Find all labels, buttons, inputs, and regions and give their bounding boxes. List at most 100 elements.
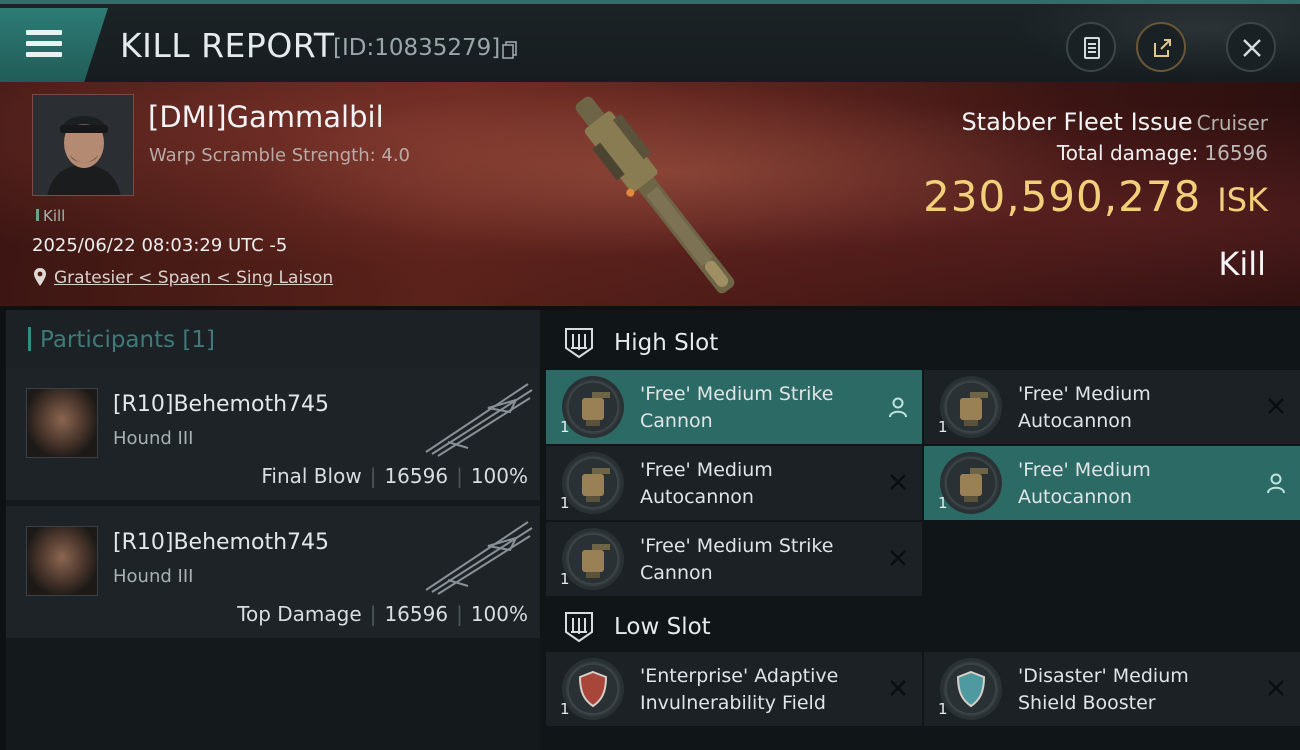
- header-accent: [28, 327, 31, 351]
- top-bar: KILL REPORT [ID:10835279]: [0, 0, 1300, 86]
- close-icon: [1243, 39, 1261, 57]
- destroyed-icon: [888, 548, 908, 572]
- participant-damage: 16596: [384, 464, 449, 488]
- page-title: KILL REPORT: [120, 26, 335, 65]
- participant-ship: Hound III: [113, 428, 194, 449]
- clipboard-icon: [1084, 37, 1100, 59]
- module-icon: [940, 658, 1002, 720]
- high-slot-module[interactable]: 1 'Free' Medium Autocannon: [924, 370, 1300, 444]
- module-name: 'Disaster' Medium Shield Booster: [1018, 665, 1189, 714]
- ship-type[interactable]: Stabber Fleet Issue Cruiser: [961, 108, 1268, 136]
- participant-damage: 16596: [384, 602, 449, 626]
- victim-name[interactable]: [DMI]Gammalbil: [148, 100, 384, 134]
- participant-avatar: [26, 388, 98, 458]
- module-name: 'Free' Medium Strike Cannon: [640, 535, 834, 584]
- module-icon: [562, 658, 624, 720]
- participants-count: [1]: [182, 327, 216, 353]
- high-slot-module[interactable]: 1 'Free' Medium Autocannon: [924, 446, 1300, 520]
- low-slot-module[interactable]: 1 'Disaster' Medium Shield Booster: [924, 652, 1300, 726]
- fitting-panel: High Slot Low Slot 1 'Free' Medium Strike…: [540, 310, 1300, 750]
- participants-label: Participants: [40, 327, 176, 353]
- ship-render: [575, 96, 735, 294]
- module-name: 'Enterprise' Adaptive Invulnerability Fi…: [640, 665, 839, 714]
- module-name: 'Free' Medium Autocannon: [1018, 459, 1151, 508]
- destroyed-icon: [888, 678, 908, 702]
- victim-portrait[interactable]: [32, 94, 134, 196]
- participants-title: Participants [1]: [40, 327, 215, 353]
- pilot-icon: [888, 396, 908, 422]
- participant-ship: Hound III: [113, 566, 194, 587]
- module-name: 'Free' Medium Autocannon: [1018, 383, 1151, 432]
- destroyed-icon: [1266, 678, 1286, 702]
- participant-name: [R10]Behemoth745: [113, 392, 330, 417]
- kill-result: Kill: [1218, 245, 1266, 283]
- stat-divider: |: [369, 602, 377, 626]
- high-slot-label: High Slot: [614, 330, 719, 356]
- low-slot-module[interactable]: 1 'Enterprise' Adaptive Invulnerability F…: [546, 652, 922, 726]
- high-slot-module[interactable]: 1 'Free' Medium Strike Cannon: [546, 370, 922, 444]
- low-slot-icon: [565, 612, 593, 643]
- total-damage: Total damage: 16596: [1057, 141, 1268, 165]
- participants-panel: Participants [1] [R10]Behemoth745 Hound I…: [6, 310, 540, 750]
- share-icon: [1154, 39, 1171, 57]
- module-quantity: 1: [938, 700, 948, 718]
- total-damage-label: Total damage:: [1056, 141, 1199, 165]
- total-damage-value: 16596: [1204, 141, 1268, 165]
- weapon-icon: [425, 521, 533, 595]
- low-slot-label: Low Slot: [614, 614, 711, 640]
- clipboard-button[interactable]: [1066, 22, 1116, 72]
- ship-class: Cruiser: [1196, 111, 1268, 135]
- participant-card[interactable]: [R10]Behemoth745 Hound III Top Damage | 1659…: [6, 506, 540, 638]
- module-quantity: 1: [560, 700, 570, 718]
- location-link[interactable]: Gratesier < Spaen < Sing Laison: [54, 268, 333, 288]
- high-slot-module[interactable]: 1 'Free' Medium Autocannon: [546, 446, 922, 520]
- module-icon: [940, 376, 1002, 438]
- menu-icon: [26, 30, 62, 58]
- report-id: [ID:10835279]: [333, 35, 501, 61]
- weapon-icon: [425, 383, 533, 457]
- high-slot-module[interactable]: 1 'Free' Medium Strike Cannon: [546, 522, 922, 596]
- participant-avatar: [26, 526, 98, 596]
- module-quantity: 1: [560, 418, 570, 436]
- module-icon: [562, 452, 624, 514]
- module-icon: [562, 376, 624, 438]
- kill-timestamp: 2025/06/22 08:03:29 UTC -5: [32, 235, 288, 256]
- module-quantity: 1: [560, 570, 570, 588]
- low-slot-header: Low Slot: [540, 598, 1300, 656]
- participant-percent: 100%: [470, 602, 528, 626]
- module-icon: [940, 452, 1002, 514]
- share-button[interactable]: [1136, 22, 1186, 72]
- module-name: 'Free' Medium Autocannon: [640, 459, 773, 508]
- scroll-fade: [540, 730, 1300, 750]
- location-pin-icon: [34, 268, 46, 286]
- module-quantity: 1: [938, 494, 948, 512]
- isk-value: 230,590,278 ISK: [923, 172, 1268, 221]
- stat-divider: |: [456, 464, 463, 488]
- stat-divider: |: [369, 464, 377, 488]
- menu-button[interactable]: [0, 8, 108, 82]
- close-button[interactable]: [1226, 22, 1276, 72]
- high-slot-header: High Slot: [540, 314, 1300, 372]
- destroyed-icon: [1266, 396, 1286, 420]
- module-quantity: 1: [560, 494, 570, 512]
- copy-icon[interactable]: [502, 41, 518, 59]
- module-icon: [562, 528, 624, 590]
- pilot-avatar: [33, 95, 133, 195]
- destroyed-icon: [888, 472, 908, 496]
- participant-stats: Top Damage | 16596 | 100%: [237, 602, 528, 626]
- module-name: 'Free' Medium Strike Cannon: [640, 383, 834, 432]
- participant-percent: 100%: [470, 464, 528, 488]
- pilot-icon: [1266, 472, 1286, 498]
- warp-scramble-strength: Warp Scramble Strength: 4.0: [149, 145, 411, 166]
- participant-role: Top Damage: [237, 602, 362, 626]
- participant-role: Final Blow: [261, 464, 362, 488]
- isk-unit: ISK: [1217, 181, 1268, 219]
- participant-stats: Final Blow | 16596 | 100%: [261, 464, 528, 488]
- participants-header: Participants [1]: [6, 310, 540, 368]
- isk-amount: 230,590,278: [923, 172, 1202, 221]
- participant-card[interactable]: [R10]Behemoth745 Hound III Final Blow | 1659…: [6, 368, 540, 500]
- high-slot-icon: [565, 328, 593, 359]
- stat-divider: |: [456, 602, 463, 626]
- module-quantity: 1: [938, 418, 948, 436]
- ship-name: Stabber Fleet Issue: [961, 108, 1193, 136]
